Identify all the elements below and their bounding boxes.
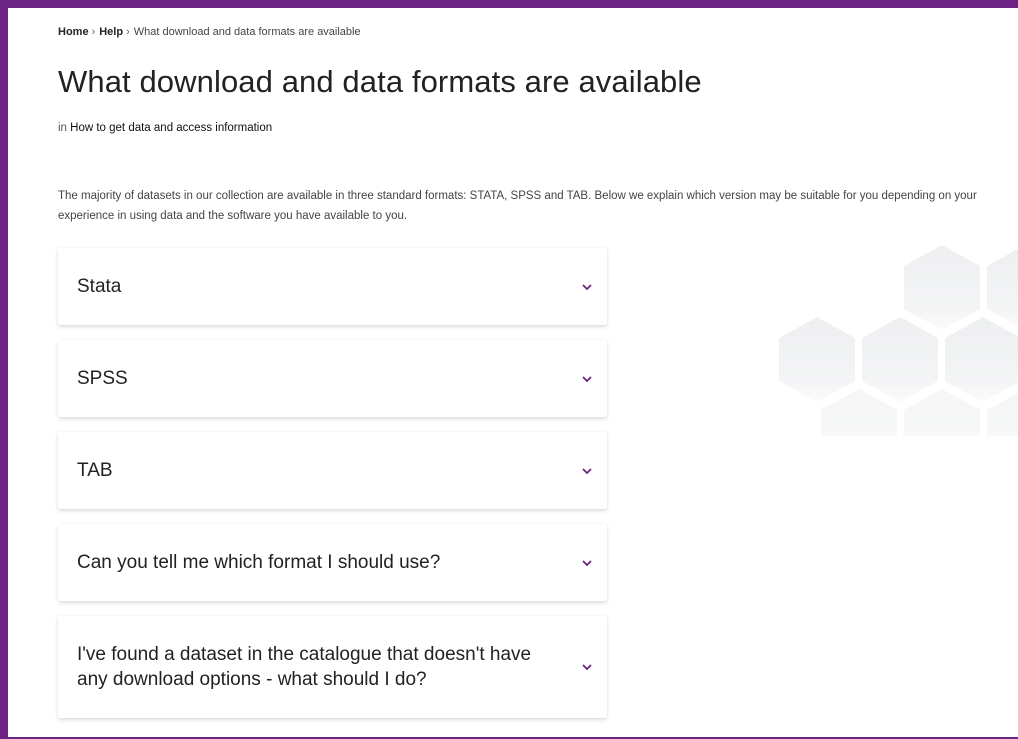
breadcrumb-help-link[interactable]: Help [99, 26, 123, 38]
accordion-item-tab[interactable]: TAB [58, 432, 607, 509]
accordion-item-no-download-options[interactable]: I've found a dataset in the catalogue th… [58, 616, 607, 718]
breadcrumb-current: What download and data formats are avail… [133, 26, 361, 38]
chevron-down-icon[interactable] [581, 662, 593, 672]
chevron-down-icon[interactable] [581, 466, 593, 476]
breadcrumb-home-link[interactable]: Home [58, 26, 89, 38]
accordion-item-label: TAB [77, 460, 113, 481]
breadcrumb: Home › Help › What download and data formats… [58, 26, 361, 38]
intro-text: The majority of datasets in our collecti… [58, 190, 977, 222]
accordion-item-stata[interactable]: Stata [58, 248, 607, 325]
chevron-down-icon[interactable] [581, 558, 593, 568]
accordion-item-label: Stata [77, 276, 122, 297]
page-title: What download and data formats are avail… [58, 64, 702, 99]
chevron-down-icon[interactable] [581, 282, 593, 292]
accordion-item-spss[interactable]: SPSS [58, 340, 607, 417]
hexagon-pattern-icon [779, 245, 1018, 474]
chevron-down-icon[interactable] [581, 374, 593, 384]
breadcrumb-separator: › [91, 26, 96, 38]
accordion-item-label: SPSS [77, 368, 128, 389]
accordion-item-label: Can you tell me which format I should us… [77, 552, 441, 573]
category-line: in How to get data and access informatio… [58, 122, 272, 134]
category-prefix: in [58, 122, 67, 134]
page-frame: Home › Help › What download and data formats… [0, 0, 1018, 739]
hexagon-decoration [763, 236, 1018, 474]
breadcrumb-separator: › [126, 26, 130, 38]
accordion-item-label: I've found a dataset in the catalogue th… [77, 644, 532, 690]
accordion-item-which-format[interactable]: Can you tell me which format I should us… [58, 524, 607, 601]
category-link[interactable]: How to get data and access information [70, 122, 272, 134]
